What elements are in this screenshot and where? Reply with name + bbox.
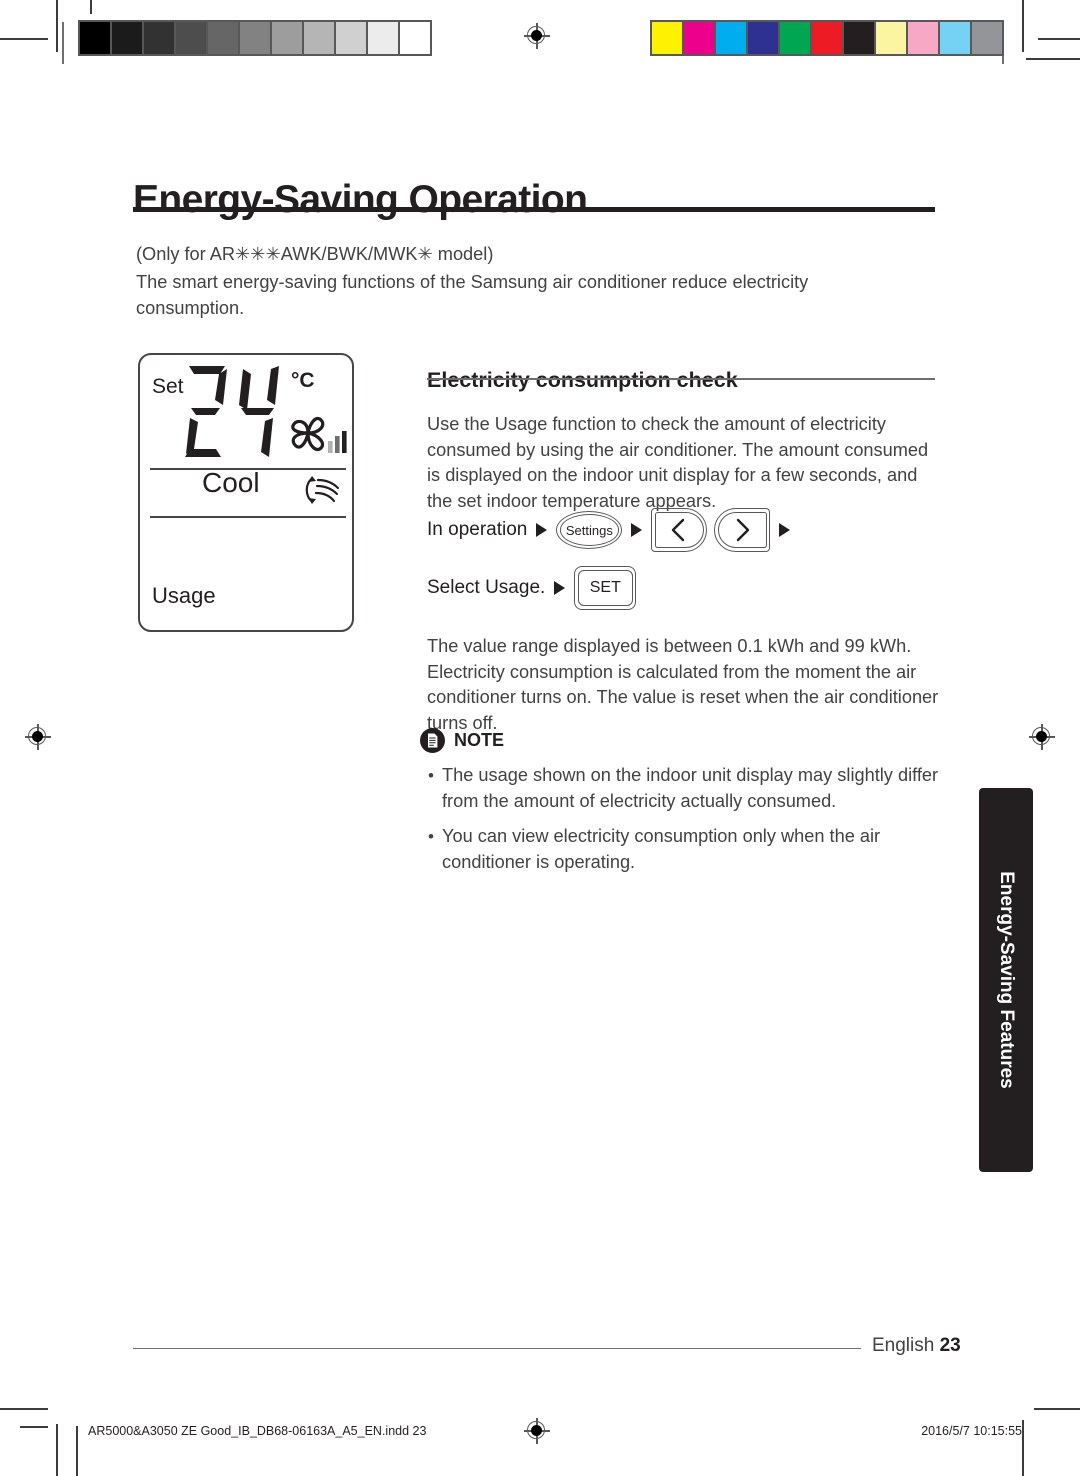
gray-swatch-4 [208,22,238,54]
crop-mark-top-left-v [56,0,58,52]
lcd-usage-label: Usage [152,583,216,608]
crop-mark-top-right-v [1022,0,1024,52]
fan-speed-icon [291,416,347,453]
next-button[interactable] [714,508,771,552]
gray-strip-left-rule [62,22,64,64]
button-sequence-diagram: In operation Settings Select Usage. SET [427,505,799,613]
chapter-side-tab: Energy-Saving Features [979,788,1033,1172]
previous-button[interactable] [651,508,708,552]
registration-mark-top-center [524,23,550,49]
color-swatch-10 [972,22,1002,54]
arrow-separator-icon [779,523,791,537]
title-underline [133,207,935,212]
color-swatch-8 [908,22,938,54]
page-number-value: 23 [939,1335,961,1356]
crop-mark-top-right-h [1038,38,1080,40]
crop-mark-bottom-left-v2 [76,1426,78,1476]
gray-swatch-5 [240,22,270,54]
color-swatch-5 [812,22,842,54]
color-swatch-2 [716,22,746,54]
indoor-unit-display-illustration: Set °C Cool Usage [138,353,354,632]
gray-swatch-6 [272,22,302,54]
gray-swatch-7 [304,22,334,54]
lcd-degree-unit: °C [291,369,315,392]
model-applicability-note: (Only for AR✳✳✳AWK/BWK/MWK✳ model) [136,244,494,265]
crop-mark-top-left-v2 [90,0,92,14]
arrow-separator-icon [554,581,566,595]
set-button[interactable]: SET [574,566,637,610]
intro-paragraph: The smart energy-saving functions of the… [136,272,809,318]
arrow-separator-icon [631,523,643,537]
crop-mark-bottom-left-v [56,1424,58,1476]
note-bullet-icon: • [428,827,434,846]
registration-mark-bottom-center [524,1418,550,1444]
color-swatch-3 [748,22,778,54]
note-block: NOTE • The usage shown on the indoor uni… [420,728,940,875]
section-underline [427,378,935,380]
page-language-label: English [872,1335,935,1356]
note-bullet-icon: • [428,766,434,785]
footer-rule [133,1348,861,1350]
flow-row-in-operation: In operation Settings [427,505,799,555]
lcd-set-label: Set [152,375,184,398]
note-item-text: You can view electricity consumption onl… [442,826,881,872]
air-swing-icon [305,476,340,504]
lcd-mode-label: Cool [202,467,260,498]
print-filename: AR5000&A3050 ZE Good_IB_DB68-06163A_A5_E… [88,1424,427,1438]
note-document-icon [420,728,445,753]
note-header: NOTE [420,728,940,753]
color-swatch-1 [684,22,714,54]
color-swatch-9 [940,22,970,54]
print-timestamp: 2016/5/7 10:15:55 [921,1424,1022,1438]
page-title: Energy-Saving Operation [133,178,588,222]
crop-mark-bottom-left-h2 [20,1426,48,1428]
flow-label-select-usage: Select Usage. [427,577,546,598]
flow-label-in-operation: In operation [427,519,528,540]
section-heading: Electricity consumption check [427,367,738,392]
color-calibration-bar [650,20,1004,56]
color-swatch-7 [876,22,906,54]
gray-swatch-2 [144,22,174,54]
lcd-temperature-digits [185,366,279,457]
note-list-item: • You can view electricity consumption o… [420,824,940,875]
crop-mark-top-left-h [0,38,48,40]
registration-mark-left [25,724,51,750]
note-title: NOTE [454,730,505,750]
section-paragraph-1: Use the Usage function to check the amou… [427,414,929,511]
gray-swatch-3 [176,22,206,54]
chapter-side-tab-label: Energy-Saving Features [996,871,1017,1089]
page-number: English 23 [872,1335,961,1357]
crop-mark-bottom-right-h [1034,1408,1080,1410]
gray-swatch-10 [400,22,430,54]
set-button-label: SET [589,579,621,596]
settings-button-label: Settings [565,522,613,538]
gray-swatch-9 [368,22,398,54]
arrow-separator-icon [536,523,548,537]
color-swatch-4 [780,22,810,54]
registration-mark-right [1029,724,1055,750]
crop-mark-top-right-h2 [1026,58,1080,60]
chevron-right-icon [737,518,750,542]
flow-row-select-usage: Select Usage. SET [427,563,799,613]
note-item-text: The usage shown on the indoor unit displ… [442,765,939,811]
lcd-divider-bottom [150,516,346,518]
color-swatch-6 [844,22,874,54]
chevron-left-icon [672,518,685,542]
gray-swatch-8 [336,22,366,54]
crop-mark-bottom-right-v [1022,1420,1024,1476]
gray-swatch-0 [80,22,110,54]
settings-button[interactable]: Settings [556,511,623,549]
grayscale-calibration-wedge [78,20,432,56]
gray-swatch-1 [112,22,142,54]
section-paragraph-2: The value range displayed is between 0.1… [427,636,939,733]
note-list-item: • The usage shown on the indoor unit dis… [420,763,940,814]
color-swatch-0 [652,22,682,54]
crop-mark-bottom-left-h [0,1408,48,1410]
